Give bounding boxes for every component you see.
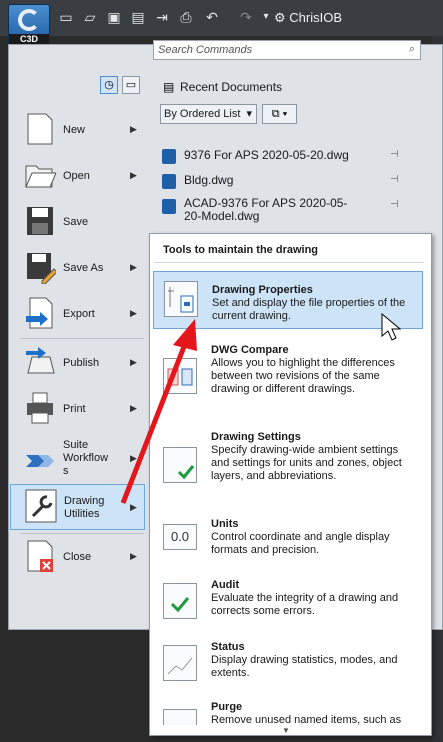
recent-document-name: 9376 For APS 2020-05-20.dwg xyxy=(184,148,349,162)
mouse-cursor-icon xyxy=(381,313,401,341)
flyout-item-units[interactable]: 0.0 Units Control coordinate and angle d… xyxy=(153,518,423,563)
open-documents-view-button[interactable]: ▭ xyxy=(122,76,140,94)
recent-document-item[interactable]: 9376 For APS 2020-05-20.dwg ⊣ xyxy=(162,147,412,175)
menu-item-label: Save As xyxy=(63,262,104,274)
menu-item-label: Close xyxy=(63,551,92,563)
suite-workflows-icon xyxy=(26,455,54,467)
chevron-right-icon: ▶ xyxy=(130,124,137,134)
recent-documents-header: Recent Documents xyxy=(180,80,283,94)
qat-dropdown-icon[interactable]: ▾ xyxy=(258,9,274,25)
menu-item-open[interactable]: Open ▶ xyxy=(20,156,144,196)
recent-documents-view-button[interactable]: ◷ xyxy=(100,76,118,94)
menu-item-save[interactable]: Save xyxy=(20,202,144,242)
import-icon[interactable]: ⇥ xyxy=(154,9,170,25)
menu-item-label: New xyxy=(63,124,86,136)
menu-item-label: Suite Workflow s xyxy=(63,439,109,477)
civil3d-logo-icon xyxy=(18,9,40,31)
flyout-item-description: Allows you to highlight the differences … xyxy=(211,357,395,395)
printer-icon xyxy=(27,392,53,424)
thumbnail-icon: ⧉ xyxy=(271,108,280,120)
purge-icon xyxy=(163,709,197,725)
chevron-down-icon: ▾ xyxy=(246,108,252,120)
floppy-disk-pencil-icon xyxy=(27,253,56,284)
flyout-item-title: Purge xyxy=(211,701,243,713)
open-icon[interactable]: ▱ xyxy=(82,9,98,25)
undo-icon[interactable]: ↶ xyxy=(202,9,222,25)
audit-icon xyxy=(163,583,197,619)
annotation-arrow xyxy=(120,319,197,504)
chevron-down-icon: ▾ xyxy=(282,108,288,120)
menu-item-label: Publish xyxy=(63,357,100,369)
user-account[interactable]: ⚙ ChrisIOB xyxy=(274,9,342,27)
flyout-item-description: Display drawing statistics, modes, and e… xyxy=(211,654,398,679)
flyout-item-description: Remove unused named items, such as xyxy=(211,714,402,725)
flyout-item-description: Control coordinate and angle display for… xyxy=(211,531,390,556)
dwg-file-icon xyxy=(162,199,176,214)
recent-document-name: ACAD-9376 For APS 2020-05-20-Model.dwg xyxy=(184,196,348,223)
menu-item-close[interactable]: Close ▶ xyxy=(20,537,144,577)
menu-item-new[interactable]: New ▶ xyxy=(20,110,144,150)
flyout-item-title: DWG Compare xyxy=(211,344,289,356)
new-icon[interactable]: ▭ xyxy=(58,9,74,25)
flyout-item-title: Status xyxy=(211,641,245,653)
app-badge: C3D xyxy=(9,34,49,44)
menu-item-label: Open xyxy=(63,170,90,182)
search-commands-input[interactable]: Search Commands xyxy=(153,40,421,60)
recent-document-item[interactable]: ACAD-9376 For APS 2020-05-20-Model.dwg ⊣ xyxy=(162,197,412,227)
flyout-item-title: Drawing Properties xyxy=(212,284,313,296)
floppy-disk-icon xyxy=(27,207,53,235)
sort-order-value: By Ordered List xyxy=(164,108,241,120)
save-as-icon[interactable]: ▤ xyxy=(130,9,146,25)
wrench-icon xyxy=(25,489,57,523)
gear-icon: ⚙ xyxy=(274,10,286,25)
flyout-item-title: Units xyxy=(211,518,239,530)
new-document-icon xyxy=(27,113,53,145)
menu-item-label: Export xyxy=(63,308,95,320)
flyout-divider xyxy=(154,262,424,263)
chevron-right-icon: ▶ xyxy=(130,170,137,180)
document-view-dropdown[interactable]: ⧉ ▾ xyxy=(262,104,297,124)
flyout-item-status[interactable]: Status Display drawing statistics, modes… xyxy=(153,641,423,697)
menu-item-label: Print xyxy=(63,403,86,415)
pin-icon[interactable]: ⊣ xyxy=(390,199,399,210)
flyout-item-audit[interactable]: Audit Evaluate the integrity of a drawin… xyxy=(153,579,423,629)
pin-icon[interactable]: ⊣ xyxy=(390,149,399,160)
recent-documents-icon: ▤ xyxy=(163,80,175,94)
redo-icon[interactable]: ↷ xyxy=(236,9,256,25)
scroll-down-icon[interactable]: ▼ xyxy=(282,726,290,735)
chevron-right-icon: ▶ xyxy=(130,551,137,561)
close-document-icon xyxy=(27,540,53,572)
application-menu-button[interactable]: C3D xyxy=(8,4,50,46)
recent-document-name: Bldg.dwg xyxy=(184,173,234,187)
dwg-file-icon xyxy=(162,174,176,189)
chevron-right-icon: ▶ xyxy=(130,262,137,272)
search-icon[interactable]: ⌕ xyxy=(409,43,415,56)
menu-item-save-as[interactable]: Save As ▶ xyxy=(20,248,144,288)
menu-item-label: Save xyxy=(63,216,89,228)
user-name: ChrisIOB xyxy=(289,10,343,25)
flyout-item-description: Evaluate the integrity of a drawing and … xyxy=(211,592,399,617)
flyout-item-purge[interactable]: Purge Remove unused named items, such as xyxy=(153,701,423,725)
print-icon[interactable]: ⎙ xyxy=(178,9,194,25)
units-icon: 0.0 xyxy=(163,524,197,550)
publish-icon xyxy=(26,347,55,374)
dwg-file-icon xyxy=(162,149,176,164)
pin-icon[interactable]: ⊣ xyxy=(390,174,399,185)
status-icon xyxy=(163,645,197,681)
menu-divider xyxy=(20,533,144,534)
export-icon xyxy=(26,297,53,329)
flyout-item-description: Specify drawing-wide ambient settings an… xyxy=(211,444,402,482)
flyout-item-title: Drawing Settings xyxy=(211,431,301,443)
folder-open-icon xyxy=(25,165,56,188)
menu-item-label: Drawing Utilities xyxy=(64,495,105,520)
flyout-header: Tools to maintain the drawing xyxy=(163,244,319,256)
drawing-properties-icon xyxy=(164,281,198,317)
sort-order-dropdown[interactable]: By Ordered List ▾ xyxy=(160,104,257,124)
save-icon[interactable]: ▣ xyxy=(106,9,122,25)
flyout-item-title: Audit xyxy=(211,579,240,591)
